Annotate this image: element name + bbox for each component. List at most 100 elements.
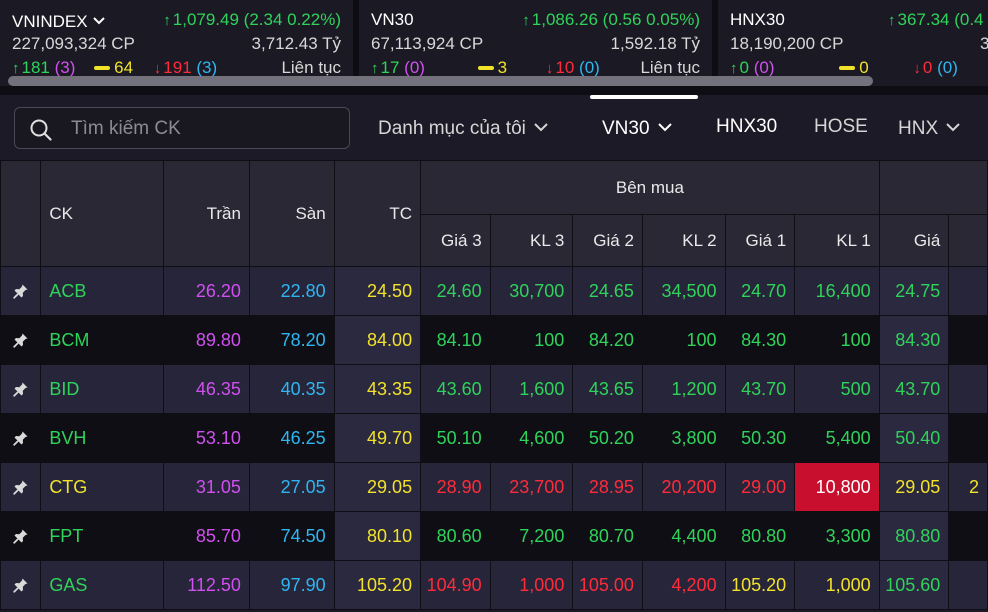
col-header-match-price[interactable]: Giá xyxy=(878,214,950,267)
tab-vn30[interactable]: VN30 xyxy=(602,115,672,141)
table-row[interactable]: GAS 112.50 97.90 105.20 104.90 1,000 105.00 4,2… xyxy=(0,560,988,610)
col-header-vol1[interactable]: KL 1 xyxy=(794,214,880,267)
index-card-vnindex[interactable]: VNINDEX ↑ 1,079.49 (2.34 0.22%) 227,093,3… xyxy=(0,0,353,86)
buy-price-2: 28.95 xyxy=(572,462,643,512)
arrow-up-icon: ↑ xyxy=(522,12,530,29)
buy-volume-3: 30,700 xyxy=(489,266,574,316)
horizontal-scrollbar[interactable] xyxy=(8,76,873,86)
table-row[interactable]: ACB 26.20 22.80 24.50 24.60 30,700 24.65 34,500… xyxy=(0,266,988,316)
buy-volume-3: 23,700 xyxy=(489,462,574,512)
index-volume: 18,190,200 CP xyxy=(730,34,844,53)
match-extra xyxy=(948,315,988,365)
stock-symbol[interactable]: FPT xyxy=(40,511,164,561)
pin-column-header xyxy=(0,160,42,267)
col-header-ck[interactable]: CK xyxy=(40,160,164,267)
col-group-buy: Bên mua xyxy=(420,160,880,215)
floor-price: 78.20 xyxy=(248,315,335,365)
col-header-ceiling[interactable]: Trần xyxy=(162,160,250,267)
stock-symbol[interactable]: CTG xyxy=(40,462,164,512)
col-header-price2[interactable]: Giá 2 xyxy=(572,214,643,267)
index-volume: 67,113,924 CP xyxy=(371,34,484,53)
index-name: VNINDEX xyxy=(12,12,88,31)
col-header-price3[interactable]: Giá 3 xyxy=(420,214,491,267)
tab-hose[interactable]: HOSE xyxy=(814,115,868,139)
pin-icon[interactable] xyxy=(12,577,29,593)
ceiling-price: 46.35 xyxy=(162,364,250,414)
flat-icon xyxy=(477,66,494,70)
match-extra xyxy=(948,560,988,610)
unchanged-count: 3 xyxy=(477,58,507,77)
table-row[interactable]: BCM 89.80 78.20 84.00 84.10 100 84.20 100 84.30 1… xyxy=(0,315,988,365)
pin-cell[interactable] xyxy=(0,315,42,365)
buy-volume-3: 1,600 xyxy=(489,364,574,414)
stock-symbol[interactable]: BID xyxy=(40,364,164,414)
declines-count: ↓ 0 xyxy=(913,58,932,77)
tab-hnx[interactable]: HNX xyxy=(898,115,960,141)
arrow-down-icon: ↓ xyxy=(913,60,921,77)
index-value: 1,592.18 Tỷ xyxy=(610,34,700,53)
buy-price-1: 105.20 xyxy=(724,560,796,610)
match-extra: 2 xyxy=(948,462,988,512)
index-name: HNX30 xyxy=(730,10,785,29)
reference-price: 49.70 xyxy=(333,413,422,463)
index-card-vn30[interactable]: VN30 ↑ 1,086.26 (0.56 0.05%) 67,113,924 C… xyxy=(359,0,712,86)
chevron-down-icon[interactable] xyxy=(92,8,105,32)
col-header-price1[interactable]: Giá 1 xyxy=(724,214,796,267)
ceiling-price: 112.50 xyxy=(162,560,250,610)
index-card-hnx30[interactable]: HNX30 ↑367.34 (0.4 18,190,200 CP 31 ↑0 (… xyxy=(718,0,988,86)
chevron-down-icon xyxy=(657,115,672,139)
pin-icon[interactable] xyxy=(12,332,29,348)
col-header-floor[interactable]: Sàn xyxy=(248,160,335,267)
table-row[interactable]: CTG 31.05 27.05 29.05 28.90 23,700 28.95 20,200… xyxy=(0,462,988,512)
unchanged-count: 0 xyxy=(839,58,869,77)
buy-volume-2: 3,800 xyxy=(641,413,726,463)
pin-icon[interactable] xyxy=(12,528,29,544)
buy-price-3: 43.60 xyxy=(420,364,491,414)
pin-icon[interactable] xyxy=(12,283,29,299)
match-price: 80.80 xyxy=(878,511,950,561)
buy-price-1: 50.30 xyxy=(724,413,796,463)
table-row[interactable]: BVH 53.10 46.25 49.70 50.10 4,600 50.20 3,800 50… xyxy=(0,413,988,463)
table-row[interactable]: BID 46.35 40.35 43.35 43.60 1,600 43.65 1,200 43… xyxy=(0,364,988,414)
ceiling-price: 31.05 xyxy=(162,462,250,512)
buy-volume-1: 500 xyxy=(794,364,880,414)
table-row[interactable]: FPT 85.70 74.50 80.10 80.60 7,200 80.70 4,400 80… xyxy=(0,511,988,561)
index-value: 31 xyxy=(980,34,988,53)
col-header-vol3[interactable]: KL 3 xyxy=(489,214,574,267)
flat-icon xyxy=(839,66,856,70)
pin-cell[interactable] xyxy=(0,266,42,316)
tab-my-watchlist[interactable]: Danh mục của tôi xyxy=(378,115,548,141)
pin-cell[interactable] xyxy=(0,560,42,610)
floor-price: 40.35 xyxy=(248,364,335,414)
ceiling-count: (0) xyxy=(404,58,425,77)
tab-hnx30[interactable]: HNX30 xyxy=(716,115,777,139)
buy-volume-1: 5,400 xyxy=(794,413,880,463)
pin-icon[interactable] xyxy=(12,430,29,446)
index-change: ↑ 1,086.26 (0.56 0.05%) xyxy=(522,8,700,33)
match-price: 24.75 xyxy=(878,266,950,316)
tab-label: HNX30 xyxy=(716,116,778,137)
floor-price: 27.05 xyxy=(248,462,335,512)
stock-symbol[interactable]: ACB xyxy=(40,266,164,316)
search-input[interactable] xyxy=(71,114,341,144)
pin-cell[interactable] xyxy=(0,462,42,512)
ceiling-price: 53.10 xyxy=(162,413,250,463)
buy-volume-2: 100 xyxy=(641,315,726,365)
pin-cell[interactable] xyxy=(0,413,42,463)
buy-price-3: 24.60 xyxy=(420,266,491,316)
pin-icon[interactable] xyxy=(12,479,29,495)
pin-cell[interactable] xyxy=(0,364,42,414)
stock-symbol[interactable]: GAS xyxy=(40,560,164,610)
arrow-up-icon: ↑ xyxy=(163,12,171,29)
pin-cell[interactable] xyxy=(0,511,42,561)
buy-price-2: 105.00 xyxy=(572,560,643,610)
col-header-ref[interactable]: TC xyxy=(333,160,422,267)
col-header-vol2[interactable]: KL 2 xyxy=(641,214,726,267)
stock-symbol[interactable]: BCM xyxy=(40,315,164,365)
pin-icon[interactable] xyxy=(12,381,29,397)
search-box[interactable] xyxy=(14,107,350,149)
search-icon xyxy=(30,119,52,141)
match-price: 29.05 xyxy=(878,462,950,512)
stock-symbol[interactable]: BVH xyxy=(40,413,164,463)
floor-price: 46.25 xyxy=(248,413,335,463)
